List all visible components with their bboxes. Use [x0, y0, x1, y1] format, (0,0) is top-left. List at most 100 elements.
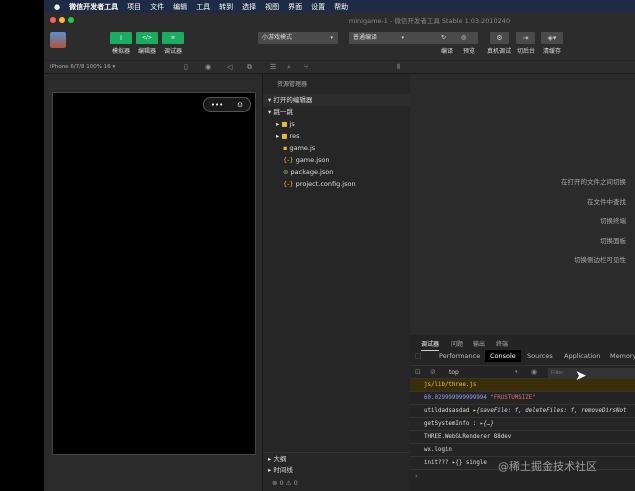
menu-settings[interactable]: 设置: [311, 2, 325, 12]
file-name: res: [289, 132, 300, 140]
list-icon[interactable]: ☰: [270, 63, 276, 71]
menu-view[interactable]: 视图: [265, 2, 279, 12]
editor-area: 在打开的文件之间切换 在文件中查找 切换终端 切换面板 切换侧边栏可见性: [410, 74, 635, 335]
hint-find-in-files: 在文件中查找: [587, 198, 626, 206]
menu-help[interactable]: 帮助: [334, 2, 348, 12]
volume-icon[interactable]: ◁: [227, 63, 232, 71]
timeline-label: 时间线: [273, 466, 293, 474]
menu-interface[interactable]: 界面: [288, 2, 302, 12]
editor-button[interactable]: </>: [136, 32, 158, 44]
mode-value: 小游戏模式: [262, 34, 293, 41]
console-toolbar: ⊡ ⊘ top ▾ ◉: [410, 365, 635, 379]
menu-file[interactable]: 文件: [150, 2, 164, 12]
file-js[interactable]: ▸ ■ js: [263, 118, 410, 130]
debugger-button[interactable]: ≡: [162, 32, 184, 44]
project-section[interactable]: ▾ 跳一跳: [263, 106, 410, 118]
tab-debugger[interactable]: 调试器: [421, 339, 440, 351]
console-text: init???: [424, 460, 449, 466]
more-icon[interactable]: •••: [211, 101, 223, 109]
warning-icon: ⚠: [285, 479, 292, 487]
console-line: THREE.WebGLRenderer 88dev: [410, 431, 635, 444]
watermark: @稀土掘金技术社区: [498, 460, 597, 473]
menu-select[interactable]: 选择: [242, 2, 256, 12]
console-object[interactable]: ▸{} single: [452, 460, 487, 466]
menu-project[interactable]: 项目: [127, 2, 141, 12]
menu-goto[interactable]: 转到: [219, 2, 233, 12]
console-string: "FRUSTUMSIZE": [490, 395, 536, 401]
error-icon: ⊗: [272, 479, 278, 487]
menu-edit[interactable]: 编辑: [173, 2, 187, 12]
background-button[interactable]: ⇥: [516, 32, 535, 44]
folder-icon: ■: [281, 120, 288, 128]
file-name: project.config.json: [295, 180, 356, 188]
avatar[interactable]: [50, 32, 66, 48]
file-name: js: [289, 120, 295, 128]
eye-icon[interactable]: ◉: [531, 368, 537, 376]
console-object[interactable]: ▸{…}: [480, 421, 494, 427]
compile-icon[interactable]: ↻: [441, 32, 446, 44]
file-game-json[interactable]: {-} game.json: [263, 154, 410, 166]
sub-toolbar: iPhone 6/7/8 100% 16 ▾ ▯ ◉ ◁ ⧉ ☰ ⌕ ⑂ ⫴: [44, 60, 635, 74]
apple-icon[interactable]: ●: [54, 3, 60, 11]
simulator-button[interactable]: ▯: [110, 32, 132, 44]
window-icon[interactable]: ⧉: [247, 63, 252, 72]
console-number: 60.029999999999994: [424, 395, 487, 401]
game-screen[interactable]: [52, 92, 256, 455]
preview-label: 预览: [462, 48, 475, 55]
window-title: minigame-1 - 微信开发者工具 Stable 1.03.2010240: [348, 17, 511, 25]
warning-count: 0: [293, 479, 298, 487]
console-object[interactable]: ▸{saveFile: f, deleteFiles: f, removeDir…: [473, 408, 627, 414]
open-editors-section[interactable]: ▾ 打开的编辑器: [263, 94, 410, 106]
preview-icon[interactable]: ◎: [461, 32, 466, 44]
filter-input[interactable]: [548, 368, 635, 378]
open-editors-label: 打开的编辑器: [273, 96, 313, 104]
file-project-config[interactable]: {-} project.config.json: [263, 178, 410, 190]
context-select[interactable]: top: [449, 369, 459, 376]
file-res[interactable]: ▸ ■ res: [263, 130, 410, 142]
sidebar-toggle-icon[interactable]: ⊡: [415, 368, 421, 376]
console-line: wx.login: [410, 444, 635, 457]
tab-terminal[interactable]: 终端: [496, 339, 508, 348]
tab-application[interactable]: Application: [564, 352, 600, 360]
outline-label: 大纲: [273, 455, 287, 463]
timeline-section[interactable]: ▸ 时间线: [263, 464, 410, 476]
inspect-icon[interactable]: ⬚: [415, 352, 422, 360]
tab-memory[interactable]: Memory: [610, 352, 635, 360]
file-package-json[interactable]: ⊛ package.json: [263, 166, 410, 178]
hint-toggle-panel: 切换面板: [600, 237, 626, 245]
compile-mode-value: 普通编译: [353, 34, 378, 41]
tab-sources[interactable]: Sources: [527, 352, 553, 360]
capsule-menu[interactable]: ••• ⊙: [203, 97, 251, 112]
console-text: getSystemInfo :: [424, 421, 477, 427]
console-prompt[interactable]: ›: [415, 472, 418, 480]
tab-output[interactable]: 输出: [473, 339, 485, 348]
exit-icon[interactable]: ⊙: [237, 101, 243, 109]
toolbar: ▯ 模拟器 </> 编辑器 ≡ 调试器 小游戏模式 ▾ 普通编译 ▾ ↻ ◎ 编译 …: [44, 26, 635, 60]
clear-console-icon[interactable]: ⊘: [430, 368, 436, 376]
remote-debug-button[interactable]: ⚙: [490, 32, 509, 44]
record-icon[interactable]: ◉: [205, 63, 211, 71]
split-icon[interactable]: ⫴: [397, 63, 400, 72]
tab-performance[interactable]: Performance: [439, 352, 480, 360]
context-dropdown-icon[interactable]: ▾: [515, 369, 518, 375]
branch-icon[interactable]: ⑂: [304, 63, 308, 71]
explorer-panel: 资源管理器 ▾ 打开的编辑器 ▾ 跳一跳 ▸ ■ js ▸ ■ res ▪ ga…: [263, 74, 410, 491]
file-name: package.json: [290, 168, 334, 176]
clear-cache-button[interactable]: ◈▾: [541, 32, 563, 44]
search-icon[interactable]: ⌕: [287, 63, 291, 72]
status-problems[interactable]: ⊗ 0 ⚠ 0: [263, 477, 410, 489]
menu-tools[interactable]: 工具: [196, 2, 210, 12]
phone-icon[interactable]: ▯: [184, 63, 188, 71]
compile-mode-select[interactable]: 普通编译 ▾ ↻ ◎: [349, 32, 478, 44]
project-label: 跳一跳: [273, 108, 293, 116]
menu-app[interactable]: 微信开发者工具: [69, 2, 118, 12]
mode-select[interactable]: 小游戏模式 ▾: [258, 32, 338, 44]
tab-problems[interactable]: 问题: [451, 339, 463, 348]
device-select[interactable]: iPhone 6/7/8 100% 16 ▾: [50, 64, 115, 70]
remote-debug-label: 真机调试: [486, 48, 511, 55]
tab-console[interactable]: Console: [485, 350, 521, 362]
console-text: utildadsasdad: [424, 408, 470, 414]
console-line: getSystemInfo : ▸{…}: [410, 418, 635, 431]
file-game-js[interactable]: ▪ game.js: [263, 142, 410, 154]
outline-section[interactable]: ▸ 大纲: [263, 452, 410, 464]
